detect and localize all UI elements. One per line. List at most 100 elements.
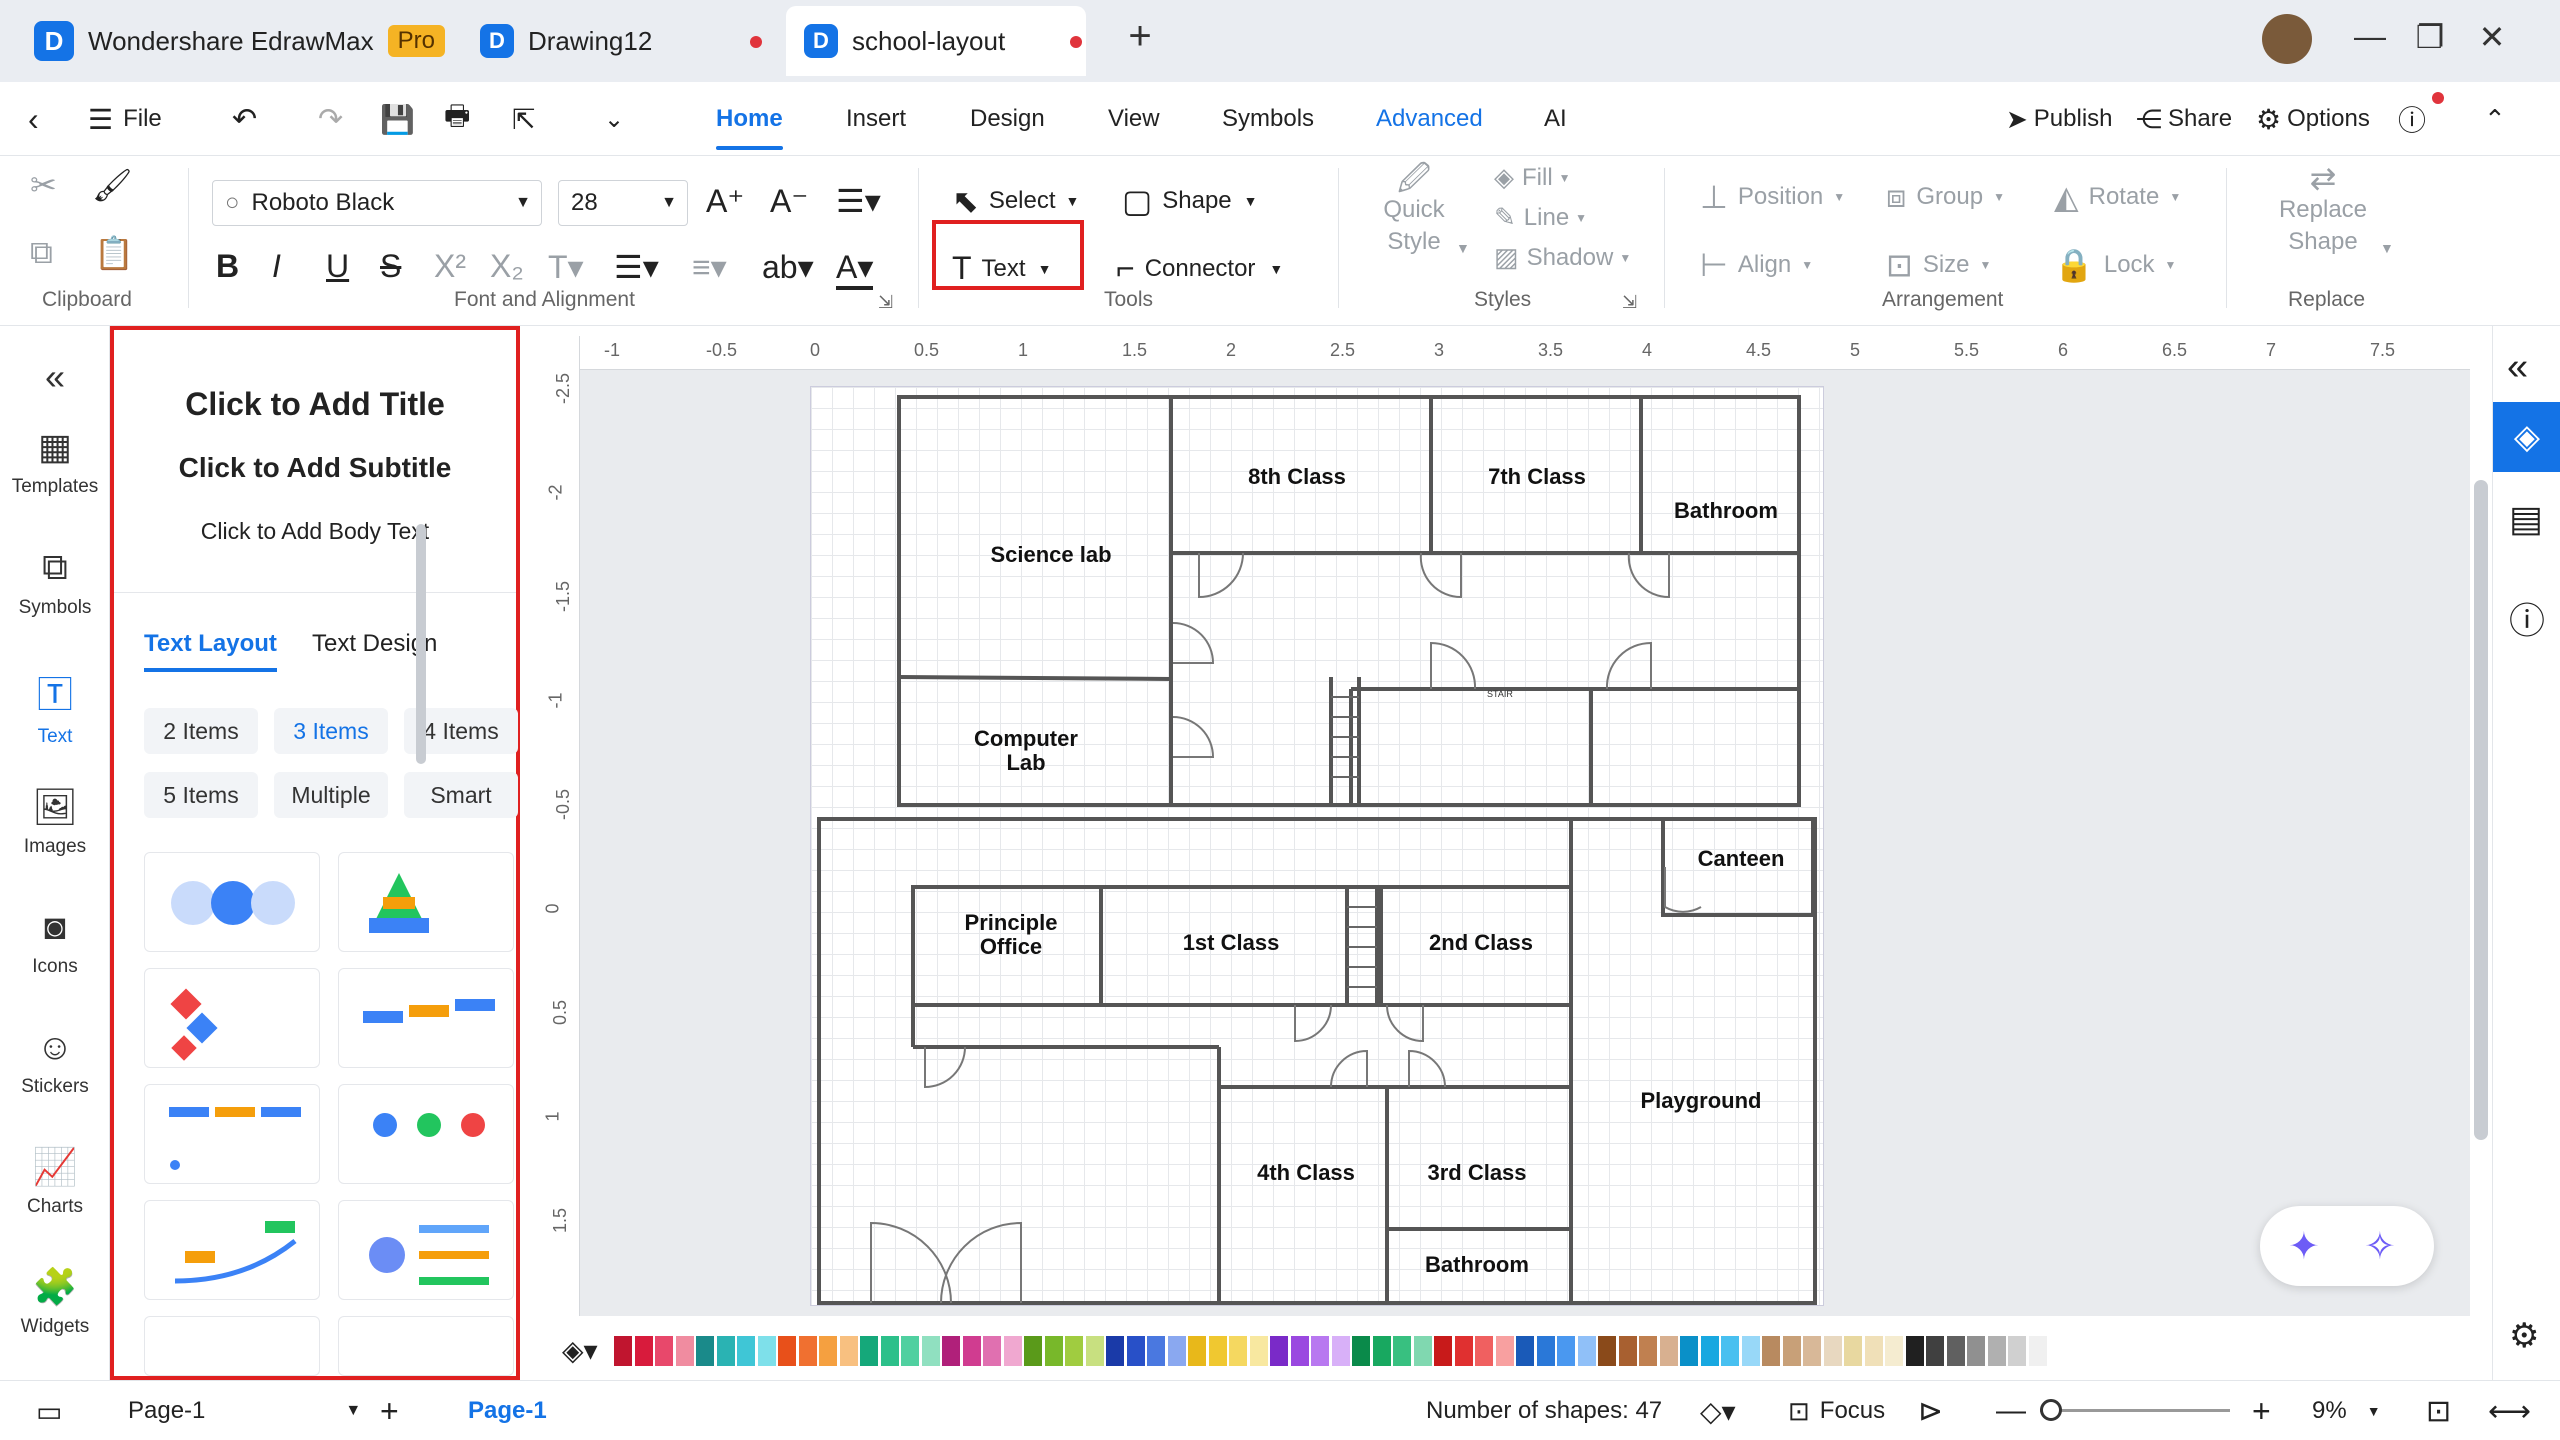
color-swatch[interactable] [634, 1336, 653, 1366]
room-8th-class[interactable]: 8th Class [1197, 465, 1397, 489]
template-thumb-columns[interactable] [144, 1084, 320, 1184]
template-thumb-growth[interactable] [144, 1200, 320, 1300]
room-bathroom-top[interactable]: Bathroom [1651, 499, 1801, 523]
template-thumb-radial[interactable] [338, 1200, 514, 1300]
page-panel-icon[interactable]: ▭ [36, 1381, 62, 1440]
color-swatch[interactable] [1188, 1336, 1206, 1366]
zoom-slider-track[interactable] [2040, 1409, 2230, 1412]
strikethrough-icon[interactable]: S [380, 248, 401, 285]
close-icon[interactable]: ✕ [2462, 18, 2522, 56]
increase-font-icon[interactable]: A⁺ [706, 182, 744, 220]
fit-page-icon[interactable]: ⊡ [2426, 1381, 2451, 1440]
color-swatch[interactable] [1926, 1336, 1944, 1366]
color-swatch[interactable] [1741, 1336, 1760, 1366]
color-swatch[interactable] [962, 1336, 981, 1366]
lock-button[interactable]: 🔒 Lock ▼ [2054, 246, 2176, 284]
color-swatch[interactable] [1106, 1336, 1124, 1366]
chip-smart[interactable]: Smart [404, 772, 518, 818]
font-dialog-launcher-icon[interactable]: ⇲ [878, 292, 893, 313]
copy-icon[interactable]: ⧉ [30, 234, 53, 272]
color-swatch[interactable] [1475, 1336, 1493, 1366]
color-swatch[interactable] [942, 1336, 960, 1366]
align-button[interactable]: ⊢ Align ▼ [1700, 246, 1813, 284]
font-size-select[interactable]: 28 ▼ [558, 180, 688, 226]
fullscreen-icon[interactable]: ⟷ [2488, 1381, 2531, 1440]
focus-button[interactable]: ⊡ Focus [1788, 1381, 1885, 1440]
layers-icon[interactable]: ◇▾ [1700, 1381, 1736, 1440]
font-color-icon[interactable]: A▾ [836, 248, 874, 290]
template-thumb-boxes[interactable] [144, 1316, 320, 1376]
avatar[interactable] [2262, 14, 2312, 64]
color-swatch[interactable] [1393, 1336, 1411, 1366]
color-swatch[interactable] [1659, 1336, 1678, 1366]
color-swatch[interactable] [757, 1336, 776, 1366]
color-swatch[interactable] [1987, 1336, 2006, 1366]
room-canteen[interactable]: Canteen [1671, 847, 1811, 871]
style-paint-icon[interactable]: ◈ [2493, 402, 2560, 472]
color-swatch[interactable] [880, 1336, 899, 1366]
color-swatch[interactable] [1454, 1336, 1473, 1366]
color-swatch[interactable] [839, 1336, 858, 1366]
add-body-text-item[interactable]: Click to Add Body Text [114, 518, 516, 545]
save-icon[interactable]: 💾 [380, 82, 415, 156]
room-3rd-class[interactable]: 3rd Class [1397, 1161, 1557, 1185]
color-swatch[interactable] [1147, 1336, 1165, 1366]
color-swatch[interactable] [1557, 1336, 1575, 1366]
color-swatch[interactable] [737, 1336, 755, 1366]
format-painter-icon[interactable]: 🖌 [92, 166, 133, 204]
color-swatch[interactable] [1434, 1336, 1452, 1366]
underline-icon[interactable]: U [326, 248, 349, 285]
tab-drawing12[interactable]: D Drawing12 [480, 6, 770, 76]
bold-icon[interactable]: B [216, 248, 239, 285]
sidebar-item-images[interactable]: 🖼 Images [0, 786, 110, 858]
new-tab-plus-icon[interactable]: + [1110, 14, 1170, 59]
replace-shape-button[interactable]: ⇄ Replace Shape [2278, 162, 2368, 258]
add-subtitle-item[interactable]: Click to Add Subtitle [114, 452, 516, 484]
page-tab-1[interactable]: Page-1 [468, 1381, 547, 1440]
tab-school-layout[interactable]: D school-layout [786, 6, 1086, 76]
menu-insert[interactable]: Insert [846, 82, 906, 156]
subscript-icon[interactable]: X₂ [490, 248, 524, 285]
share-button[interactable]: ⋲ Share [2136, 82, 2232, 156]
file-menu[interactable]: ☰ File [88, 82, 162, 156]
color-swatch[interactable] [614, 1336, 632, 1366]
chip-5-items[interactable]: 5 Items [144, 772, 258, 818]
publish-button[interactable]: ➤ Publish [2006, 82, 2113, 156]
template-thumb-pyramid[interactable] [338, 852, 514, 952]
color-swatch[interactable] [2028, 1336, 2047, 1366]
color-swatch[interactable] [1516, 1336, 1534, 1366]
text-style-icon[interactable]: T▾ [548, 248, 584, 286]
color-swatch[interactable] [1700, 1336, 1719, 1366]
color-swatch[interactable] [1844, 1336, 1862, 1366]
color-swatch[interactable] [901, 1336, 919, 1366]
play-icon[interactable]: ⊳ [1918, 1381, 1943, 1440]
menu-view[interactable]: View [1108, 82, 1160, 156]
more-chevron-icon[interactable]: ⌄ [604, 82, 624, 156]
menu-symbols[interactable]: Symbols [1222, 82, 1314, 156]
color-swatch[interactable] [860, 1336, 878, 1366]
color-swatch[interactable] [1762, 1336, 1780, 1366]
italic-icon[interactable]: I [272, 248, 281, 285]
decrease-font-icon[interactable]: A⁻ [770, 182, 808, 220]
sidebar-item-charts[interactable]: 📈 Charts [0, 1146, 110, 1218]
color-swatch[interactable] [1967, 1336, 1985, 1366]
color-swatch[interactable] [1803, 1336, 1821, 1366]
color-swatch[interactable] [1823, 1336, 1842, 1366]
size-button[interactable]: ⊡ Size ▼ [1886, 246, 1991, 284]
color-swatch[interactable] [983, 1336, 1001, 1366]
line-spacing-icon[interactable]: ☰▾ [614, 248, 659, 286]
color-swatch[interactable] [1639, 1336, 1657, 1366]
sparkle-icon[interactable]: ✧ [2364, 1224, 2396, 1269]
paste-icon[interactable]: 📋 [94, 234, 134, 272]
fill-bucket-icon[interactable]: ◈▾ [562, 1334, 598, 1367]
room-4th-class[interactable]: 4th Class [1231, 1161, 1381, 1185]
color-swatch[interactable] [1044, 1336, 1063, 1366]
room-2nd-class[interactable]: 2nd Class [1391, 931, 1571, 955]
menu-home[interactable]: Home [716, 82, 783, 156]
chip-3-items[interactable]: 3 Items [274, 708, 388, 754]
align-icon[interactable]: ☰▾ [836, 182, 881, 220]
styles-dialog-launcher-icon[interactable]: ⇲ [1622, 292, 1637, 313]
minimize-icon[interactable]: — [2340, 18, 2400, 55]
print-icon[interactable]: 🖶 [444, 82, 470, 156]
chip-multiple[interactable]: Multiple [274, 772, 388, 818]
